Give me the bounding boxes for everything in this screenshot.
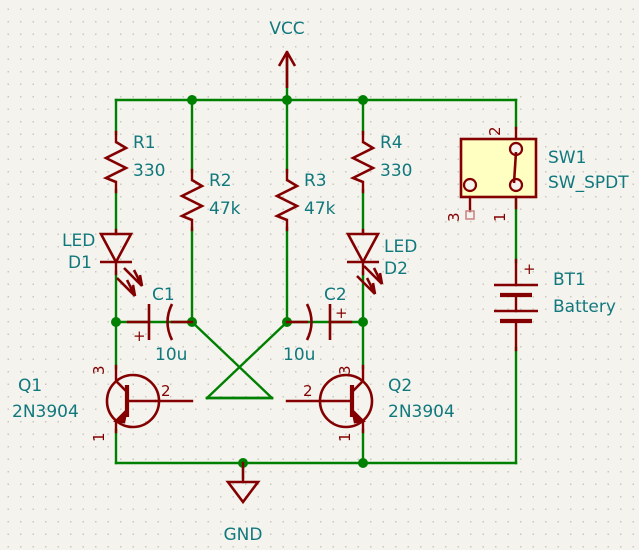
sw1-pin1-label: 1 (491, 212, 509, 222)
q1-value-label: 2N3904 (12, 402, 79, 422)
c1-ref-label: C1 (152, 285, 175, 305)
r3-value-label: 47k (304, 199, 336, 219)
component-q2[interactable]: 3 1 2 Q2 2N3904 (285, 364, 455, 442)
bt1-ref-label: BT1 (553, 270, 586, 290)
component-sw1[interactable]: 2 3 1 SW1 SW_SPDT (445, 126, 629, 222)
schematic-canvas[interactable]: VCC GND R1 330 R2 47k R3 47k R4 330 LED … (0, 0, 639, 550)
component-d2[interactable]: LED D2 (345, 228, 417, 295)
component-r4[interactable]: R4 330 (349, 130, 412, 194)
component-r2[interactable]: R2 47k (178, 168, 241, 232)
c2-value-label: 10u (283, 345, 315, 365)
net-vcc-rail[interactable] (114, 58, 518, 174)
q1-pin2-label: 2 (161, 382, 171, 400)
q2-pin1-label: 1 (336, 432, 354, 442)
r2-value-label: 47k (209, 199, 241, 219)
r4-ref-label: R4 (380, 133, 403, 153)
sw1-pin1-terminal (508, 177, 524, 193)
sw1-pin3-label: 3 (445, 212, 463, 222)
component-r3[interactable]: R3 47k (273, 168, 336, 232)
c1-plus-label: + (133, 327, 146, 345)
q1-pin3-label: 3 (90, 365, 108, 375)
q2-value-label: 2N3904 (388, 402, 455, 422)
sw1-pin2-label: 2 (486, 126, 504, 136)
component-r1[interactable]: R1 330 (102, 130, 165, 194)
c2-ref-label: C2 (324, 285, 347, 305)
net-cross-coupling[interactable] (190, 320, 289, 400)
r1-value-label: 330 (133, 161, 165, 181)
q1-ref-label: Q1 (18, 376, 42, 396)
power-port-vcc[interactable]: VCC (269, 19, 305, 88)
q2-pin3-label: 3 (336, 365, 354, 375)
d1-value-label: LED (62, 231, 95, 251)
power-port-gnd[interactable]: GND (224, 461, 263, 545)
sw1-ref-label: SW1 (548, 148, 586, 168)
net-gnd-rail[interactable] (114, 346, 518, 480)
c1-value-label: 10u (155, 345, 187, 365)
schematic-drawing[interactable]: VCC GND R1 330 R2 47k R3 47k R4 330 LED … (0, 0, 639, 550)
component-q1[interactable]: 3 1 2 Q1 2N3904 (12, 364, 194, 442)
gnd-label: GND (224, 525, 263, 545)
q1-pin1-label: 1 (90, 432, 108, 442)
d2-ref-label: D2 (384, 259, 408, 279)
r3-ref-label: R3 (304, 171, 327, 191)
component-c1[interactable]: + C1 10u (126, 285, 194, 365)
r2-ref-label: R2 (209, 171, 232, 191)
q2-ref-label: Q2 (388, 376, 412, 396)
r4-value-label: 330 (380, 161, 412, 181)
sw1-pin3-terminal (462, 177, 478, 193)
component-bt1[interactable]: + BT1 Battery (494, 258, 616, 352)
bt1-plus-label: + (523, 260, 536, 278)
r1-ref-label: R1 (133, 133, 156, 153)
vcc-label: VCC (269, 19, 304, 39)
component-c2[interactable]: + C2 10u (283, 285, 353, 365)
sw1-value-label: SW_SPDT (548, 173, 629, 193)
q2-pin2-label: 2 (303, 382, 313, 400)
component-d1[interactable]: LED D1 (62, 228, 144, 297)
d2-value-label: LED (384, 237, 417, 257)
d1-ref-label: D1 (68, 253, 92, 273)
c2-plus-label: + (335, 304, 348, 322)
bt1-value-label: Battery (553, 297, 616, 317)
